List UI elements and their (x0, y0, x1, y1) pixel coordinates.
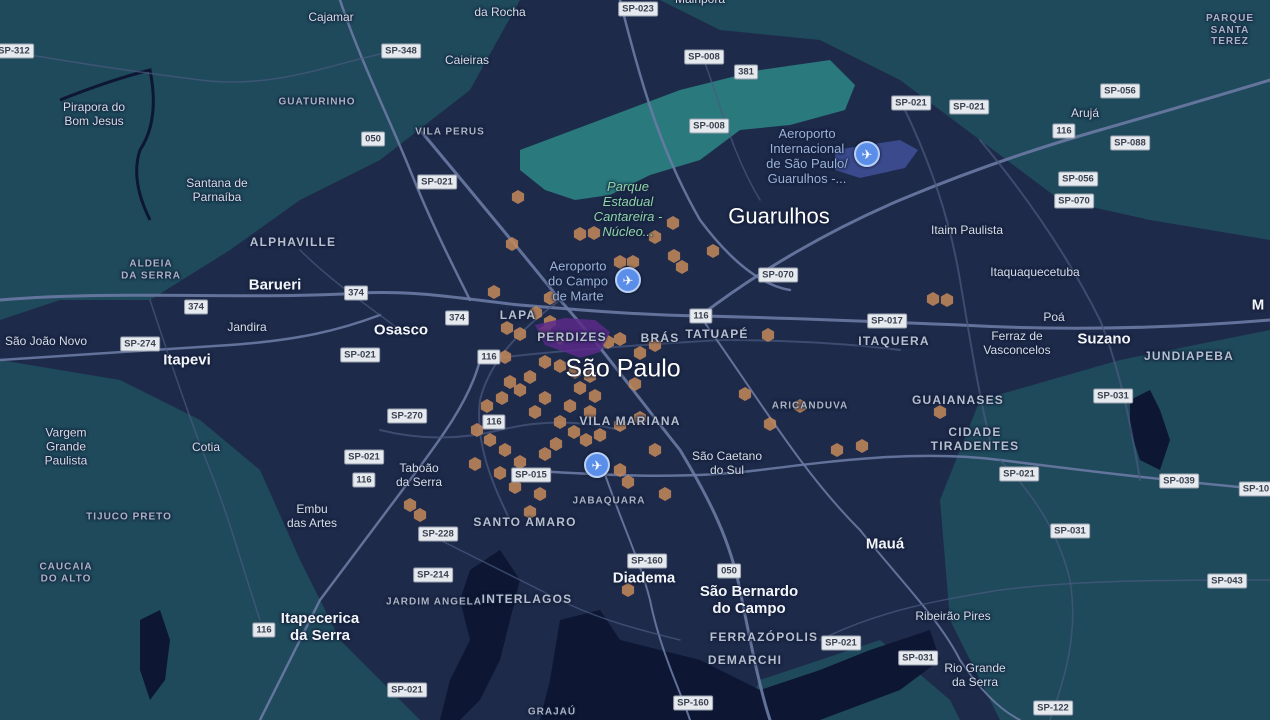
airport-gru-icon[interactable]: ✈ (854, 141, 880, 167)
route-shield: SP-056 (1100, 83, 1140, 99)
route-shield: SP-021 (344, 449, 384, 465)
route-shield: SP-270 (387, 408, 427, 424)
route-shield: 374 (184, 299, 208, 315)
route-shield: SP-160 (627, 553, 667, 569)
route-shield: 050 (361, 131, 385, 147)
route-shield: SP-021 (340, 347, 380, 363)
route-shield: SP-088 (1110, 135, 1150, 151)
route-shield: SP-017 (867, 313, 907, 329)
route-shield: SP-023 (618, 1, 658, 17)
route-shield: SP-021 (417, 174, 457, 190)
route-shield: SP-008 (689, 118, 729, 134)
route-shield: 116 (252, 622, 276, 638)
route-shield: SP-031 (1050, 523, 1090, 539)
route-shield: SP-021 (821, 635, 861, 651)
route-shield: SP-021 (949, 99, 989, 115)
route-shield: 374 (344, 285, 368, 301)
route-shield: SP-043 (1207, 573, 1247, 589)
route-shield: 374 (445, 310, 469, 326)
route-shield: SP-008 (684, 49, 724, 65)
route-shield: 116 (352, 472, 376, 488)
map-base-layer (0, 0, 1270, 720)
route-shield: SP-312 (0, 43, 34, 59)
airport-campo-de-marte-icon[interactable]: ✈ (615, 267, 641, 293)
route-shield: 116 (1052, 123, 1076, 139)
route-shield: SP-070 (758, 267, 798, 283)
route-shield: SP-160 (673, 695, 713, 711)
route-shield: SP-015 (511, 467, 551, 483)
route-shield: SP-056 (1058, 171, 1098, 187)
route-shield: SP-10 (1238, 481, 1270, 497)
route-shield: SP-348 (381, 43, 421, 59)
route-shield: SP-021 (891, 95, 931, 111)
route-shield: 381 (734, 64, 758, 80)
route-shield: SP-039 (1159, 473, 1199, 489)
route-shield: 116 (689, 308, 713, 324)
route-shield: SP-228 (418, 526, 458, 542)
route-shield: 116 (477, 349, 501, 365)
route-shield: SP-214 (413, 567, 453, 583)
airport-congonhas-icon[interactable]: ✈ (584, 452, 610, 478)
route-shield: SP-274 (120, 336, 160, 352)
route-shield: 050 (717, 563, 741, 579)
route-shield: SP-122 (1033, 700, 1073, 716)
route-shield: 116 (482, 414, 506, 430)
map-canvas[interactable]: São Paulo Guarulhos Osasco Barueri Itapevi Su… (0, 0, 1270, 720)
route-shield: SP-070 (1054, 193, 1094, 209)
route-shield: SP-021 (999, 466, 1039, 482)
route-shield: SP-031 (898, 650, 938, 666)
route-shield: SP-021 (387, 682, 427, 698)
route-shield: SP-031 (1093, 388, 1133, 404)
